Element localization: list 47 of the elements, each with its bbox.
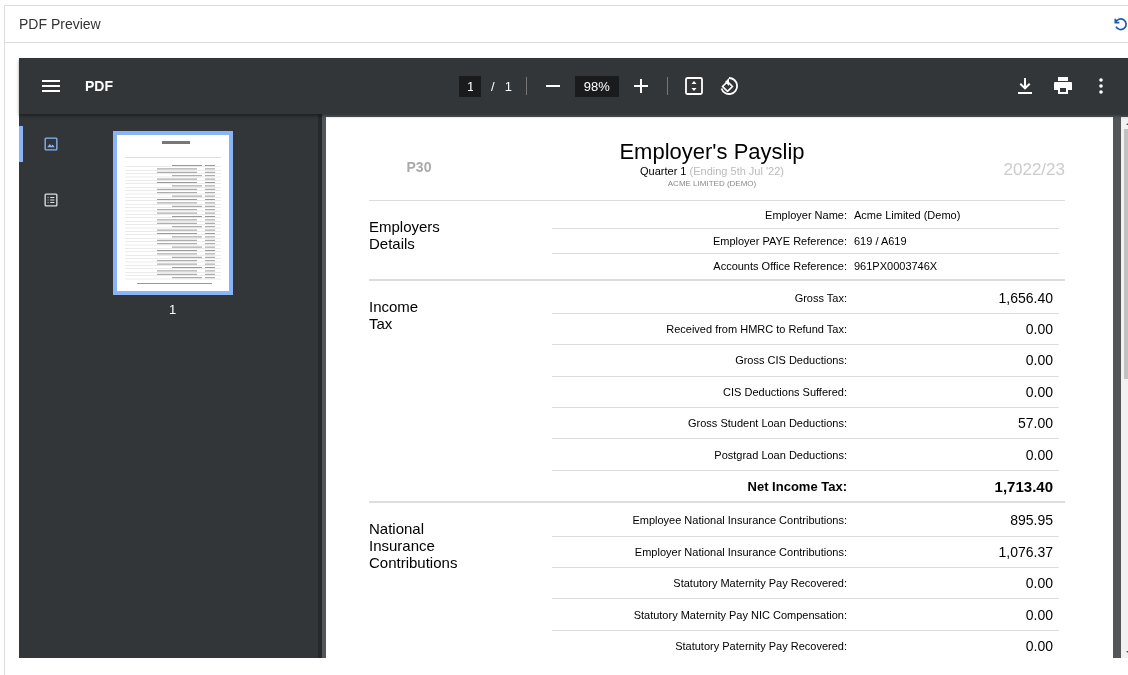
amount-label: Statutory Maternity Pay Recovered: <box>672 577 847 590</box>
quarter-note: (Ending 5th Jul '22) <box>689 165 784 177</box>
page-count: 1 <box>504 78 512 94</box>
amount-label: Received from HMRC to Refund Tax: <box>665 323 847 336</box>
page-separator: / <box>491 78 495 94</box>
field-value: 619 / A619 <box>854 234 907 247</box>
amount-value: 57.00 <box>1016 415 1054 432</box>
field-label: Accounts Office Reference: <box>712 260 847 273</box>
document-title: Employer's Payslip <box>618 139 806 165</box>
amount-value: 895.95 <box>1009 512 1054 529</box>
page-number-field[interactable]: 1 <box>459 75 481 97</box>
amount-value: 0.00 <box>1024 638 1054 654</box>
amount-value: 0.00 <box>1024 321 1054 338</box>
field-label: Employer PAYE Reference: <box>711 234 847 247</box>
amount-label: Gross Tax: <box>793 291 847 304</box>
page-thumbnail[interactable] <box>112 131 233 295</box>
quarter-label: Quarter 1 <box>640 165 687 177</box>
amount-label: CIS Deductions Suffered: <box>722 385 847 398</box>
amount-value: 0.00 <box>1024 352 1054 369</box>
section-title: National Insurance Contributions <box>369 519 459 574</box>
field-label: Employer Name: <box>764 209 847 222</box>
zoom-field[interactable]: 98% <box>574 75 619 97</box>
amount-value: 0.00 <box>1024 606 1054 623</box>
section-title: Income Tax <box>369 296 420 334</box>
amount-value: 0.00 <box>1024 446 1054 463</box>
amount-value: 1,656.40 <box>997 289 1054 306</box>
field-value: 961PX0003746X <box>854 260 938 273</box>
company-name: ACME LIMITED (DEMO) <box>666 179 758 188</box>
panel-title: PDF Preview <box>19 16 102 32</box>
amount-value: 1,076.37 <box>997 543 1054 560</box>
amount-label: Statutory Paternity Pay Recovered: <box>674 640 847 652</box>
field-value: Acme Limited (Demo) <box>854 209 961 222</box>
amount-label: Statutory Maternity Pay NIC Compensation: <box>632 608 847 621</box>
amount-label: Gross Student Loan Deductions: <box>687 417 847 430</box>
viewer-title: PDF <box>85 78 113 94</box>
undo-icon[interactable] <box>1112 16 1128 32</box>
amount-label: Employer National Insurance Contributions: <box>633 545 847 558</box>
amount-value: 0.00 <box>1024 575 1054 592</box>
thumbnail-label: 1 <box>168 302 177 317</box>
amount-label: Employee National Insurance Contributions: <box>631 514 847 527</box>
amount-value: 1,713.40 <box>993 477 1054 495</box>
amount-label: Gross CIS Deductions: <box>734 354 847 367</box>
amount-value: 0.00 <box>1024 383 1054 400</box>
amount-label: Postgrad Loan Deductions: <box>713 448 847 461</box>
section-title: Employers Details <box>369 217 441 254</box>
form-code: P30 <box>405 159 433 175</box>
amount-label: Net Income Tax: <box>746 478 847 494</box>
